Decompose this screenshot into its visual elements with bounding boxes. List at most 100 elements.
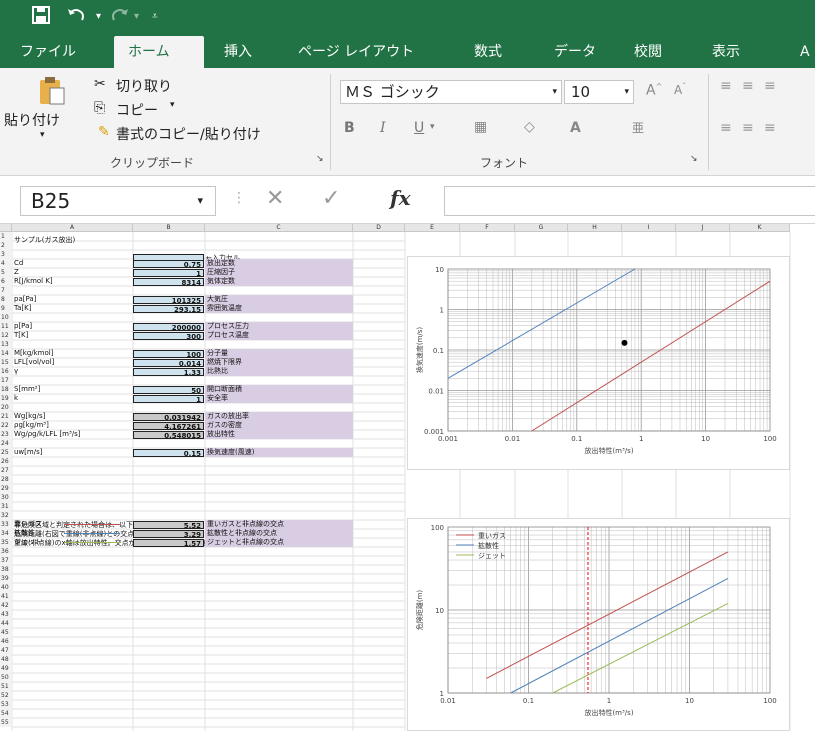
label-cell[interactable]: Ta[K]: [14, 304, 31, 313]
row-header[interactable]: 6: [0, 277, 12, 286]
result-value-cell[interactable]: 3.29: [133, 529, 204, 539]
row-header[interactable]: 54: [0, 709, 12, 718]
label-cell[interactable]: Wg[kg/s]: [14, 412, 45, 421]
tab-data[interactable]: データ: [554, 36, 596, 68]
chevron-down-icon[interactable]: ▾: [430, 122, 435, 132]
row-header[interactable]: 17: [0, 376, 12, 385]
value-cell[interactable]: 0.031942: [133, 412, 204, 422]
align-top-icon[interactable]: ≡: [720, 78, 732, 94]
row-header[interactable]: 42: [0, 601, 12, 610]
row-header[interactable]: 28: [0, 475, 12, 484]
row-header[interactable]: 15: [0, 358, 12, 367]
bold-button[interactable]: B: [344, 120, 355, 136]
cell-a1[interactable]: サンプル(ガス放出): [14, 236, 75, 245]
row-header[interactable]: 40: [0, 583, 12, 592]
tab-review[interactable]: 校閲: [634, 36, 662, 68]
enter-icon[interactable]: ✓: [322, 186, 340, 211]
label-cell[interactable]: Cd: [14, 259, 23, 268]
chevron-down-icon[interactable]: ▾: [40, 130, 45, 140]
copy-button[interactable]: コピー: [116, 100, 158, 120]
row-header[interactable]: 7: [0, 286, 12, 295]
row-header[interactable]: 37: [0, 556, 12, 565]
phonetic-icon[interactable]: 亜: [632, 119, 644, 136]
dialog-launcher-icon[interactable]: ↘: [690, 154, 698, 164]
dialog-launcher-icon[interactable]: ↘: [316, 154, 324, 164]
tab-view[interactable]: 表示: [712, 36, 740, 68]
row-header[interactable]: 29: [0, 484, 12, 493]
result-description-cell[interactable]: 拡散性と非点線の交点: [205, 529, 353, 538]
result-value-cell[interactable]: 5.52: [133, 520, 204, 530]
align-bottom-icon[interactable]: ≡: [764, 78, 776, 94]
label-cell[interactable]: γ: [14, 367, 18, 376]
description-cell[interactable]: 換気速度(風速): [205, 448, 353, 457]
label-cell[interactable]: M[kg/kmol]: [14, 349, 53, 358]
result-value-cell[interactable]: 1.57: [133, 538, 204, 548]
row-header[interactable]: 25: [0, 448, 12, 457]
border-icon[interactable]: ▦: [474, 119, 487, 135]
result-description-cell[interactable]: ジェットと非点線の交点: [205, 538, 353, 547]
description-cell[interactable]: プロセス温度: [205, 331, 353, 340]
description-cell[interactable]: ガスの放出率: [205, 412, 353, 421]
description-cell[interactable]: プロセス圧力: [205, 322, 353, 331]
underline-button[interactable]: U: [414, 120, 424, 136]
chevron-down-icon[interactable]: ▾: [96, 6, 101, 28]
value-cell[interactable]: 0.75: [133, 259, 204, 269]
undo-icon[interactable]: [66, 6, 86, 30]
value-cell[interactable]: 8314: [133, 277, 204, 287]
font-size-select[interactable]: 10 ▾: [564, 80, 634, 104]
row-header[interactable]: 22: [0, 421, 12, 430]
insert-function-icon[interactable]: fx: [390, 186, 411, 210]
italic-button[interactable]: I: [380, 120, 386, 136]
tab-file[interactable]: ファイル: [20, 36, 76, 68]
cut-button[interactable]: 切り取り: [116, 76, 172, 96]
row-header[interactable]: 27: [0, 466, 12, 475]
row-header[interactable]: 8: [0, 295, 12, 304]
description-cell[interactable]: 開口断面積: [205, 385, 353, 394]
value-cell[interactable]: 0.548015: [133, 430, 204, 440]
label-cell[interactable]: S[mm²]: [14, 385, 40, 394]
description-cell[interactable]: ガスの密度: [205, 421, 353, 430]
result-label-cell[interactable]: 重いガス: [14, 520, 42, 529]
align-middle-icon[interactable]: ≡: [742, 78, 754, 94]
value-cell[interactable]: 4.167261: [133, 421, 204, 431]
row-header[interactable]: 31: [0, 502, 12, 511]
row-header[interactable]: 1: [0, 232, 12, 241]
description-cell[interactable]: 燃焼下限界: [205, 358, 353, 367]
decrease-font-icon[interactable]: Aˇ: [674, 82, 686, 97]
label-cell[interactable]: p[Pa]: [14, 322, 32, 331]
value-cell[interactable]: 50: [133, 385, 204, 395]
row-header[interactable]: 41: [0, 592, 12, 601]
worksheet-grid[interactable]: ABCDEFGHIJK 1 2 3 4 5 6 7 8 9 10 11 12 13 14 15 16 17 18 1…: [0, 224, 815, 731]
row-header[interactable]: 38: [0, 565, 12, 574]
customize-quick-access-icon[interactable]: ⩡: [152, 6, 158, 28]
row-header[interactable]: 26: [0, 457, 12, 466]
row-header[interactable]: 23: [0, 430, 12, 439]
align-center-icon[interactable]: ≡: [742, 120, 754, 136]
row-header[interactable]: 32: [0, 511, 12, 520]
row-header[interactable]: 55: [0, 718, 12, 727]
row-header[interactable]: 2: [0, 241, 12, 250]
label-cell[interactable]: k: [14, 394, 18, 403]
value-cell[interactable]: 0.15: [133, 448, 204, 458]
row-header[interactable]: 53: [0, 700, 12, 709]
row-header[interactable]: 39: [0, 574, 12, 583]
value-cell[interactable]: 200000: [133, 322, 204, 332]
result-label-cell[interactable]: 拡散性: [14, 529, 35, 538]
chevron-down-icon[interactable]: ▾: [170, 100, 175, 110]
formula-input[interactable]: [444, 186, 815, 216]
value-cell[interactable]: 1: [133, 394, 204, 404]
label-cell[interactable]: ρg[kg/m³]: [14, 421, 49, 430]
row-header[interactable]: 45: [0, 628, 12, 637]
row-header[interactable]: 36: [0, 547, 12, 556]
row-header[interactable]: 12: [0, 331, 12, 340]
label-cell[interactable]: Z: [14, 268, 19, 277]
paste-button[interactable]: 貼り付け: [4, 110, 60, 130]
row-header[interactable]: 46: [0, 637, 12, 646]
row-header[interactable]: 35: [0, 538, 12, 547]
description-cell[interactable]: 放出定数: [205, 259, 353, 268]
result-description-cell[interactable]: 重いガスと非点線の交点: [205, 520, 353, 529]
description-cell[interactable]: 圧縮因子: [205, 268, 353, 277]
label-cell[interactable]: pa[Pa]: [14, 295, 36, 304]
chart-hazard-distance[interactable]: 0.01 0.1 1 10 100 1 10 100 放出特性(m³/s) 危険距離(m) 重いガス…: [407, 518, 790, 731]
description-cell[interactable]: 放出特性: [205, 430, 353, 439]
